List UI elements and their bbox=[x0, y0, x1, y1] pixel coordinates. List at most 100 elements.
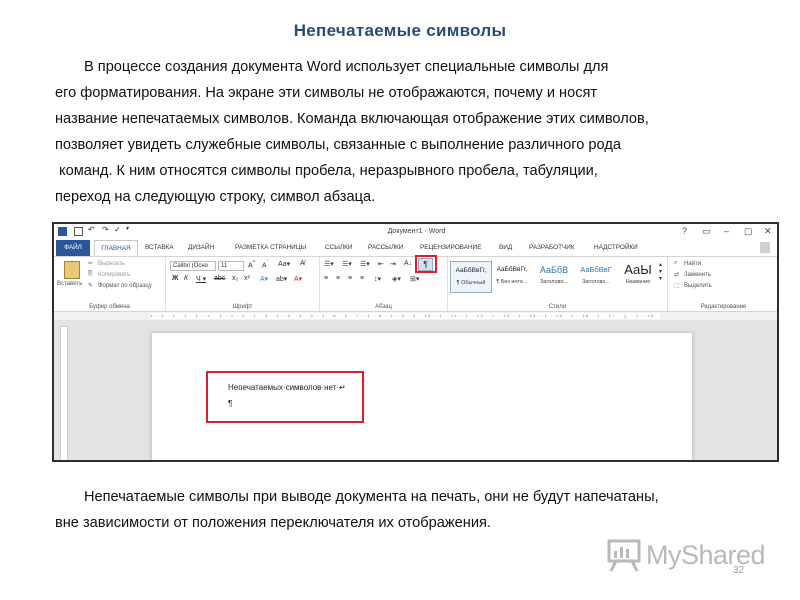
ribbon: Вставить ✂ Вырезать ⎘ Копировать ✎ Форма… bbox=[54, 255, 777, 312]
style-heading-2[interactable]: АаБбВвГ Заголово... bbox=[576, 261, 616, 291]
increase-indent-icon[interactable]: ⇥ bbox=[390, 260, 396, 268]
closing-paragraph: Непечатаемые символы при выводе документ… bbox=[55, 484, 790, 536]
tab-mailings[interactable]: РАССЫЛКИ bbox=[368, 240, 403, 256]
justify-icon[interactable]: ≡ bbox=[360, 275, 364, 282]
superscript-icon[interactable]: x² bbox=[244, 275, 250, 282]
style-name: ¶ Без инте... bbox=[496, 279, 528, 285]
clear-formatting-icon[interactable]: A̸ bbox=[300, 260, 305, 267]
highlight-frame bbox=[206, 371, 364, 423]
strikethrough-icon[interactable]: abc bbox=[214, 275, 225, 282]
style-name: Название bbox=[625, 279, 651, 285]
group-label: Абзац bbox=[375, 304, 392, 310]
group-label: Стили bbox=[548, 304, 567, 310]
find-icon[interactable]: ⌕ bbox=[674, 260, 677, 267]
minimize-icon[interactable]: – bbox=[724, 226, 729, 236]
tab-developer[interactable]: РАЗРАБОТЧИК bbox=[529, 240, 575, 256]
style-title[interactable]: АаЫ Название bbox=[618, 261, 658, 291]
tab-review[interactable]: РЕЦЕНЗИРОВАНИЕ bbox=[420, 240, 481, 256]
user-icon[interactable] bbox=[760, 242, 770, 253]
tab-insert[interactable]: ВСТАВКА bbox=[145, 240, 174, 256]
borders-icon[interactable]: ⊞▾ bbox=[410, 275, 419, 283]
scissors-icon[interactable]: ✂ bbox=[88, 260, 93, 267]
paste-button[interactable]: Вставить bbox=[57, 281, 82, 287]
italic-icon[interactable]: К bbox=[184, 275, 188, 282]
paste-icon[interactable] bbox=[64, 261, 80, 279]
tab-references[interactable]: ССЫЛКИ bbox=[325, 240, 352, 256]
grow-font-icon[interactable]: A^ bbox=[248, 260, 255, 269]
shading-icon[interactable]: ◈▾ bbox=[392, 275, 401, 283]
style-sample: АаБбВвГг, bbox=[455, 267, 487, 274]
select-button[interactable]: Выделить bbox=[684, 283, 712, 289]
tab-addins[interactable]: НАДСТРОЙКИ bbox=[594, 240, 638, 256]
style-sample: АаБбВвГ bbox=[580, 265, 612, 274]
bold-icon[interactable]: Ж bbox=[172, 275, 178, 282]
style-sample: АаБбВвГг, bbox=[496, 266, 528, 273]
copy-button[interactable]: Копировать bbox=[98, 272, 130, 278]
text-line: В процессе создания документа Word испол… bbox=[84, 59, 609, 75]
close-icon[interactable]: ✕ bbox=[764, 226, 772, 237]
document-page[interactable]: Непечатаемых·символов·нет·↵ ¶ bbox=[151, 332, 693, 460]
select-icon[interactable]: ⬚ bbox=[674, 282, 680, 289]
font-color-icon[interactable]: A▾ bbox=[294, 275, 302, 283]
page-number: 32 bbox=[733, 565, 745, 576]
subscript-icon[interactable]: x₂ bbox=[232, 275, 238, 282]
text-line: Непечатаемые символы при выводе документ… bbox=[84, 489, 659, 505]
replace-button[interactable]: Заменить bbox=[684, 272, 711, 278]
numbering-icon[interactable]: ☰▾ bbox=[342, 260, 352, 268]
tab-file[interactable]: ФАЙЛ bbox=[56, 240, 90, 256]
bullets-icon[interactable]: ☰▾ bbox=[324, 260, 334, 268]
ribbon-options-icon[interactable]: ▭ bbox=[702, 226, 711, 237]
tab-home[interactable]: ГЛАВНАЯ bbox=[94, 240, 138, 256]
page-title: Непечатаемые символы bbox=[293, 21, 507, 40]
style-no-spacing[interactable]: АаБбВвГг, ¶ Без инте... bbox=[492, 261, 532, 291]
ruler-ticks: 1 · 2 · 1 · 1 · 1 · ⊥ · 1 · 1 · 2 · 1 · … bbox=[150, 313, 655, 318]
horizontal-ruler[interactable]: 1 · 2 · 1 · 1 · 1 · ⊥ · 1 · 1 · 2 · 1 · … bbox=[54, 312, 777, 320]
align-right-icon[interactable]: ≡ bbox=[348, 275, 352, 282]
styles-group: АаБбВвГг, ¶ Обычный АаБбВвГг, ¶ Без инте… bbox=[448, 257, 668, 311]
document-area[interactable]: Непечатаемых·символов·нет·↵ ¶ bbox=[54, 320, 777, 460]
line-spacing-icon[interactable]: ↕▾ bbox=[374, 275, 381, 283]
style-name: Заголово... bbox=[581, 279, 611, 285]
styles-more-icon[interactable]: ▴ ▾ ▾ bbox=[659, 261, 662, 282]
text-line: переход на следующую строку, символ абза… bbox=[55, 189, 376, 205]
replace-icon[interactable]: ⇄ bbox=[674, 271, 679, 278]
align-center-icon[interactable]: ≡ bbox=[336, 275, 340, 282]
copy-icon[interactable]: ⎘ bbox=[88, 271, 93, 278]
decrease-indent-icon[interactable]: ⇤ bbox=[378, 260, 384, 268]
document-text[interactable]: Непечатаемых·символов·нет·↵ bbox=[228, 383, 346, 392]
cut-button[interactable]: Вырезать bbox=[98, 261, 125, 267]
font-name-select[interactable]: Calibri (Осно bbox=[170, 261, 216, 271]
sort-icon[interactable]: A↓ bbox=[404, 260, 412, 267]
clipboard-group: Вставить ✂ Вырезать ⎘ Копировать ✎ Форма… bbox=[54, 257, 166, 311]
change-case-icon[interactable]: Аа▾ bbox=[278, 260, 290, 268]
font-size-select[interactable]: 11 bbox=[218, 261, 244, 271]
vertical-ruler[interactable] bbox=[60, 326, 68, 460]
tab-design[interactable]: ДИЗАЙН bbox=[188, 240, 214, 256]
style-name: Заголово... bbox=[539, 279, 569, 285]
help-icon[interactable]: ? bbox=[682, 226, 687, 236]
text-line: вне зависимости от положения переключате… bbox=[55, 515, 491, 531]
brush-icon[interactable]: ✎ bbox=[88, 282, 93, 289]
style-normal[interactable]: АаБбВвГг, ¶ Обычный bbox=[450, 261, 492, 293]
multilevel-list-icon[interactable]: ☰▾ bbox=[360, 260, 370, 268]
style-heading-1[interactable]: АаБбВ Заголово... bbox=[534, 261, 574, 291]
group-label: Буфер обмена bbox=[89, 304, 130, 310]
shrink-font-icon[interactable]: Aˇ bbox=[262, 260, 269, 269]
logo-text: MyShared bbox=[646, 540, 766, 570]
highlight-icon[interactable]: ab▾ bbox=[276, 275, 287, 283]
ribbon-tabs: ФАЙЛ ГЛАВНАЯ ВСТАВКА ДИЗАЙН РАЗМЕТКА СТР… bbox=[54, 240, 777, 256]
font-group: Calibri (Осно 11 A^ Aˇ Аа▾ A̸ Ж К Ч ▾ ab… bbox=[166, 257, 320, 311]
align-left-icon[interactable]: ≡ bbox=[324, 275, 328, 282]
window-title: Документ1 - Word bbox=[387, 228, 446, 235]
format-painter-button[interactable]: Формат по образцу bbox=[98, 283, 152, 289]
tab-layout[interactable]: РАЗМЕТКА СТРАНИЦЫ bbox=[235, 240, 306, 256]
find-button[interactable]: Найти bbox=[684, 261, 701, 267]
word-screenshot: ↶ ↷ ✓ ▾ Документ1 - Word ? ▭ – ▢ ✕ ФАЙЛ … bbox=[52, 222, 779, 462]
maximize-icon[interactable]: ▢ bbox=[744, 226, 753, 237]
text-line: позволяет увидеть служебные символы, свя… bbox=[55, 137, 621, 153]
underline-icon[interactable]: Ч ▾ bbox=[196, 275, 206, 283]
tab-view[interactable]: ВИД bbox=[499, 240, 512, 256]
text-effects-icon[interactable]: A▾ bbox=[260, 275, 268, 283]
group-label: Редактирование bbox=[700, 304, 747, 310]
presentation-board-icon bbox=[607, 539, 641, 572]
